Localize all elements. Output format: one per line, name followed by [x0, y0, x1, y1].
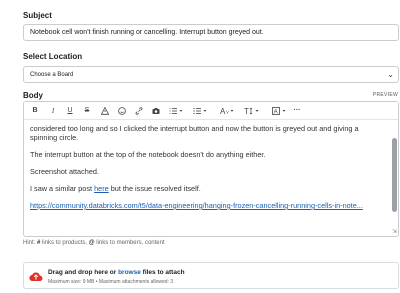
- body-paragraph: Screenshot attached.: [30, 167, 99, 176]
- hint-at-text: links to members, content: [96, 240, 165, 246]
- cloud-upload-icon: [29, 269, 43, 287]
- svg-text:˅: ˅: [226, 110, 229, 115]
- camera-icon[interactable]: [151, 105, 161, 117]
- body-label: Body: [23, 91, 43, 100]
- font-size-icon[interactable]: A ˅: [218, 105, 236, 117]
- preview-button[interactable]: PREVIEW: [373, 92, 398, 98]
- board-select-value: Choose a Board: [30, 72, 74, 78]
- dropzone-instructions: Drag and drop here or browse files to at…: [48, 269, 185, 276]
- strikethrough-icon[interactable]: S: [82, 105, 92, 117]
- at-symbol: @: [88, 240, 95, 246]
- board-select[interactable]: Choose a Board ⌄: [23, 66, 399, 83]
- body-paragraph: considered too long and so I clicked the…: [30, 124, 359, 142]
- body-paragraph: I saw a similar post here but the issue …: [30, 184, 386, 193]
- text-color-icon[interactable]: A: [270, 105, 288, 117]
- resize-handle-icon[interactable]: ⇲: [392, 229, 397, 235]
- numbered-list-icon[interactable]: [167, 105, 185, 117]
- hint-hash-text: links to products,: [42, 240, 88, 246]
- chevron-down-icon: ⌄: [387, 70, 394, 79]
- dropzone-text: Drag and drop here or: [48, 269, 119, 276]
- dropzone-text: files to attach: [140, 269, 185, 276]
- hint-prefix: Hint:: [23, 240, 36, 246]
- paragraph-text: I saw a similar post: [30, 184, 95, 193]
- here-link[interactable]: here: [94, 184, 109, 193]
- more-options-icon[interactable]: ···: [292, 105, 302, 117]
- link-icon[interactable]: [134, 105, 144, 117]
- svg-text:A: A: [274, 109, 278, 115]
- browse-link[interactable]: browse: [118, 269, 141, 276]
- editor-content[interactable]: considered too long and so I clicked the…: [30, 124, 386, 232]
- body-paragraph: https://community.databricks.com/t5/data…: [30, 201, 386, 210]
- underline-icon[interactable]: U: [65, 105, 75, 117]
- text-height-icon[interactable]: T: [242, 105, 262, 117]
- attachment-limits: Maximum size: 9 MB • Maximum attachments…: [48, 279, 174, 285]
- body-paragraph: The interrupt button at the top of the n…: [30, 150, 266, 159]
- hint-text: Hint: # links to products, @ links to me…: [23, 240, 165, 246]
- warning-icon[interactable]: [100, 105, 110, 117]
- editor-toolbar: B I U S A ˅ T A ···: [24, 102, 398, 120]
- attachment-dropzone[interactable]: Drag and drop here or browse files to at…: [23, 262, 399, 289]
- body-editor[interactable]: B I U S A ˅ T A ··· considered too long …: [23, 101, 399, 237]
- bullet-list-icon[interactable]: [191, 105, 209, 117]
- community-post-link[interactable]: https://community.databricks.com/t5/data…: [30, 201, 363, 210]
- svg-text:T: T: [244, 107, 249, 115]
- location-label: Select Location: [23, 52, 83, 61]
- editor-scrollbar[interactable]: [392, 138, 397, 212]
- hash-symbol: #: [37, 240, 41, 246]
- subject-label: Subject: [23, 11, 52, 20]
- paragraph-text: but the issue resolved itself.: [108, 184, 201, 193]
- emoji-icon[interactable]: [117, 105, 127, 117]
- subject-input[interactable]: Notebook cell won't finish running or ca…: [23, 24, 399, 41]
- italic-icon[interactable]: I: [48, 105, 58, 117]
- bold-icon[interactable]: B: [30, 105, 40, 117]
